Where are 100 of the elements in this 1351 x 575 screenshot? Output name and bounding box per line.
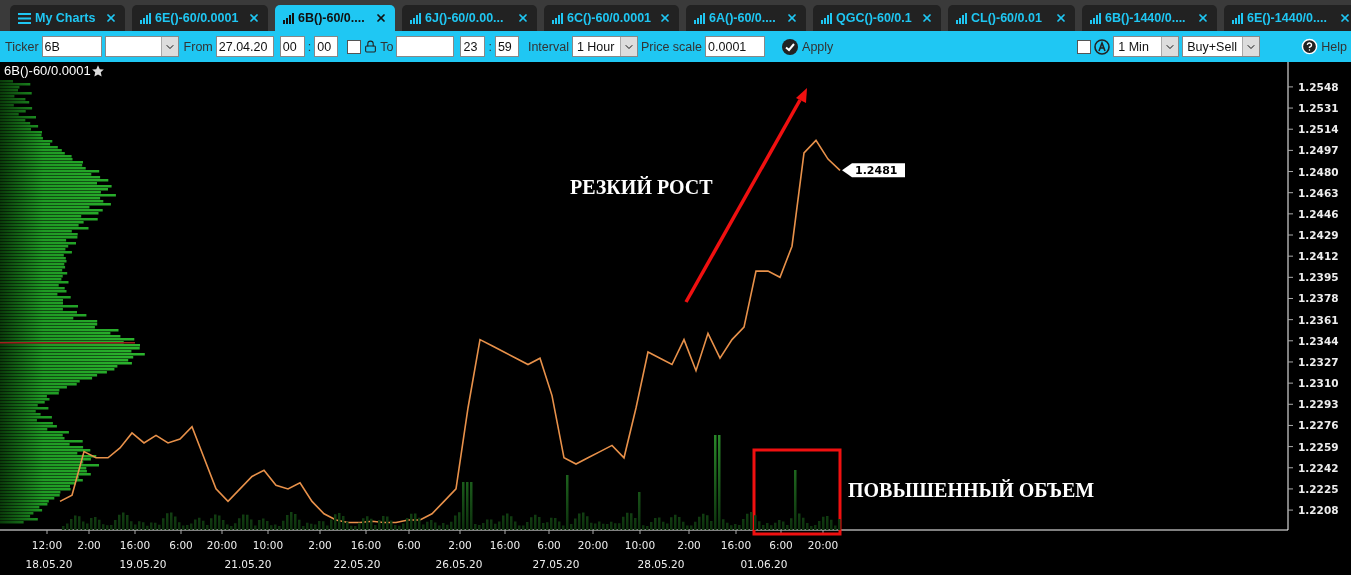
hour-field[interactable]: 00 [279, 36, 305, 57]
side-dropdown[interactable]: Buy+Sell [1182, 36, 1261, 57]
tab[interactable]: 6E()-1440/0.... [1224, 5, 1351, 31]
close-icon[interactable] [659, 12, 671, 24]
price-axis-label: 1.2378 [1298, 292, 1339, 305]
date-axis-label: 19.05.20 [119, 558, 167, 570]
price-axis-label: 1.2242 [1298, 461, 1339, 474]
price-scale-field[interactable]: 0.0001 [705, 36, 766, 57]
bar-chart-icon [1232, 12, 1243, 24]
minute-field[interactable]: 00 [314, 36, 339, 57]
field-label: To [380, 39, 394, 54]
tab[interactable]: 6B()-60/0.... [275, 5, 395, 31]
price-axis-label: 1.2293 [1298, 398, 1339, 411]
menu-icon [18, 12, 31, 24]
interval-dropdown[interactable]: 1 Hour [571, 36, 638, 57]
apply-button[interactable]: Apply [782, 38, 834, 55]
date-axis-label: 27.05.20 [532, 558, 580, 570]
time-separator: : [488, 39, 492, 54]
chart-legend: 6B()-60/0.0001 [4, 63, 91, 78]
time-axis-label: 20:00 [807, 539, 839, 551]
time-axis-label: 2:00 [448, 539, 472, 551]
ticker-field[interactable]: 6B [41, 36, 102, 57]
price-axis-label: 1.2429 [1298, 229, 1339, 241]
bar-chart-icon [410, 12, 421, 24]
date-field[interactable] [396, 36, 455, 57]
checkbox[interactable] [1077, 39, 1092, 54]
tab[interactable]: My Charts [10, 5, 125, 31]
price-axis-label: 1.2225 [1298, 482, 1339, 495]
dropdown[interactable] [104, 36, 179, 57]
close-icon[interactable] [1197, 12, 1209, 24]
bar-chart-icon [956, 12, 967, 24]
close-icon[interactable] [105, 12, 117, 24]
time-axis-label: 20:00 [577, 539, 609, 551]
close-icon[interactable] [375, 12, 387, 24]
tab[interactable]: CL()-60/0.01 [948, 5, 1075, 31]
tab[interactable]: 6A()-60/0.... [686, 5, 806, 31]
time-axis-label: 16:00 [489, 539, 521, 551]
price-axis-label: 1.2259 [1298, 440, 1339, 453]
time-axis-label: 6:00 [769, 539, 793, 551]
price-axis-label: 1.2514 [1298, 123, 1339, 136]
close-icon[interactable] [921, 12, 933, 24]
price-axis-label: 1.2208 [1298, 504, 1339, 517]
bar-chart-icon [140, 12, 151, 24]
close-icon[interactable] [1339, 12, 1351, 24]
tab[interactable]: 6C()-60/0.0001 [544, 5, 679, 31]
time-separator: : [307, 39, 312, 54]
price-axis-label: 1.2548 [1298, 80, 1339, 93]
timeframe-dropdown[interactable]: 1 Min [1113, 36, 1180, 57]
bar-chart-icon [694, 12, 705, 24]
time-axis-label: 2:00 [677, 539, 701, 551]
bar-chart-icon [283, 12, 294, 24]
close-icon[interactable] [786, 12, 798, 24]
close-icon[interactable] [1055, 12, 1067, 24]
time-axis-label: 16:00 [119, 539, 151, 551]
bar-chart-icon [552, 12, 563, 24]
help-icon [1301, 38, 1319, 55]
time-axis-label: 2:00 [308, 539, 332, 551]
date-axis-label: 01.06.20 [740, 558, 788, 570]
date-axis-label: 21.05.20 [224, 558, 272, 570]
price-axis-label: 1.2446 [1298, 207, 1339, 220]
date-axis-label: 18.05.20 [25, 558, 73, 570]
hour-field[interactable]: 23 [460, 36, 486, 57]
price-axis-label: 1.2276 [1298, 419, 1339, 432]
tab[interactable]: 6E()-60/0.0001 [132, 5, 268, 31]
tab[interactable]: 6B()-1440/0.... [1082, 5, 1217, 31]
price-axis-label: 1.2497 [1298, 144, 1339, 157]
annotation-text: РЕЗКИЙ РОСТ [570, 176, 713, 198]
close-icon[interactable] [517, 12, 529, 24]
tab[interactable]: 6J()-60/0.00... [402, 5, 537, 31]
minute-field[interactable]: 59 [494, 36, 519, 57]
time-axis-label: 10:00 [624, 539, 656, 551]
price-axis-label: 1.2480 [1298, 165, 1339, 178]
time-axis-label: 6:00 [537, 539, 561, 551]
time-axis-label: 6:00 [397, 539, 421, 551]
field-label: From [183, 39, 213, 54]
price-axis-label: 1.2412 [1298, 250, 1339, 263]
field-label: Price scale [640, 39, 703, 54]
date-field[interactable]: 27.04.20 [215, 36, 274, 57]
tab[interactable]: QGC()-60/0.1 [813, 5, 941, 31]
auto-icon[interactable] [1094, 38, 1111, 55]
field-label: Ticker [5, 39, 39, 54]
time-axis-label: 16:00 [350, 539, 382, 551]
checkbox[interactable] [347, 39, 362, 54]
time-axis-label: 12:00 [31, 539, 63, 551]
star-icon[interactable] [90, 63, 105, 78]
bar-chart-icon [821, 12, 832, 24]
price-axis-label: 1.2361 [1298, 313, 1339, 326]
field-label: Interval [527, 39, 569, 54]
help-button[interactable]: Help [1301, 38, 1347, 55]
date-axis-label: 28.05.20 [637, 558, 685, 570]
time-axis-label: 20:00 [206, 539, 238, 551]
close-icon[interactable] [248, 12, 260, 24]
price-axis-label: 1.2327 [1298, 355, 1339, 368]
price-axis-label: 1.2395 [1298, 271, 1339, 284]
check-icon [782, 38, 799, 55]
bar-chart-icon [1090, 12, 1101, 24]
time-axis-label: 2:00 [77, 539, 101, 551]
price-axis-label: 1.2344 [1298, 334, 1339, 347]
price-axis-label: 1.2531 [1298, 102, 1339, 115]
price-axis-label: 1.2463 [1298, 186, 1339, 199]
